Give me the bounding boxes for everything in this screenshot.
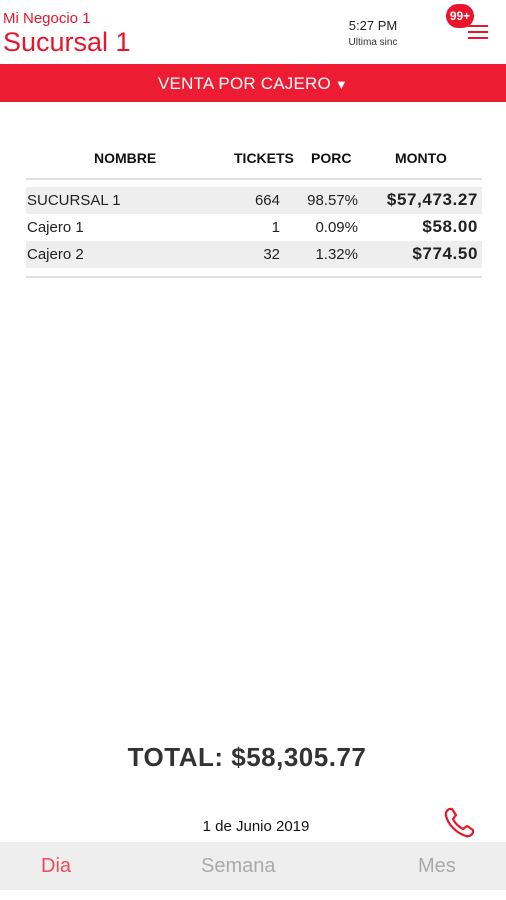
row-monto: $774.50 — [412, 244, 478, 263]
table-row[interactable]: Cajero 1 1 0.09% $58.00 — [26, 214, 482, 241]
report-date[interactable]: 1 de Junio 2019 — [0, 818, 506, 835]
app-header: Mi Negocio 1 Sucursal 1 5:27 PM Ultima s… — [0, 0, 506, 64]
dropdown-arrow-icon: ▼ — [334, 77, 348, 92]
branch-name[interactable]: Sucursal 1 — [3, 26, 131, 58]
column-header-porc: PORC — [311, 150, 352, 166]
row-porc: 0.09% — [315, 219, 358, 236]
report-selector-label: VENTA POR CAJERO — [158, 74, 331, 93]
bottom-tab-bar: Dia Semana Mes — [0, 842, 506, 890]
sales-table: NOMBRE TICKETS PORC MONTO SUCURSAL 1 664… — [26, 140, 482, 278]
phone-icon[interactable] — [442, 806, 478, 840]
divider — [26, 276, 482, 278]
row-monto: $58.00 — [422, 217, 478, 236]
table-row[interactable]: SUCURSAL 1 664 98.57% $57,473.27 — [26, 187, 482, 214]
sync-label: Ultima sinc — [348, 37, 398, 48]
column-header-tickets: TICKETS — [234, 150, 294, 166]
total-amount: TOTAL: $58,305.77 — [127, 742, 367, 772]
notification-badge[interactable]: 99+ — [446, 4, 474, 28]
row-tickets: 1 — [271, 219, 280, 236]
row-porc: 98.57% — [307, 192, 358, 209]
row-tickets: 32 — [263, 246, 280, 263]
row-name: SUCURSAL 1 — [27, 192, 121, 209]
hamburger-menu-icon[interactable] — [468, 25, 488, 39]
row-tickets: 664 — [254, 192, 280, 209]
tab-mes[interactable]: Mes — [418, 855, 456, 878]
tab-dia[interactable]: Dia — [41, 855, 71, 878]
row-porc: 1.32% — [315, 246, 358, 263]
report-selector[interactable]: VENTA POR CAJERO ▼ — [0, 64, 506, 102]
table-header: NOMBRE TICKETS PORC MONTO — [26, 140, 482, 178]
sync-time: 5:27 PM — [348, 18, 398, 33]
tab-semana[interactable]: Semana — [201, 855, 276, 878]
column-header-nombre: NOMBRE — [94, 150, 157, 166]
row-name: Cajero 1 — [27, 219, 84, 236]
row-monto: $57,473.27 — [386, 190, 478, 209]
table-row[interactable]: Cajero 2 32 1.32% $774.50 — [26, 241, 482, 268]
column-header-monto: MONTO — [395, 150, 447, 166]
row-name: Cajero 2 — [27, 246, 84, 263]
business-name[interactable]: Mi Negocio 1 — [3, 10, 91, 27]
